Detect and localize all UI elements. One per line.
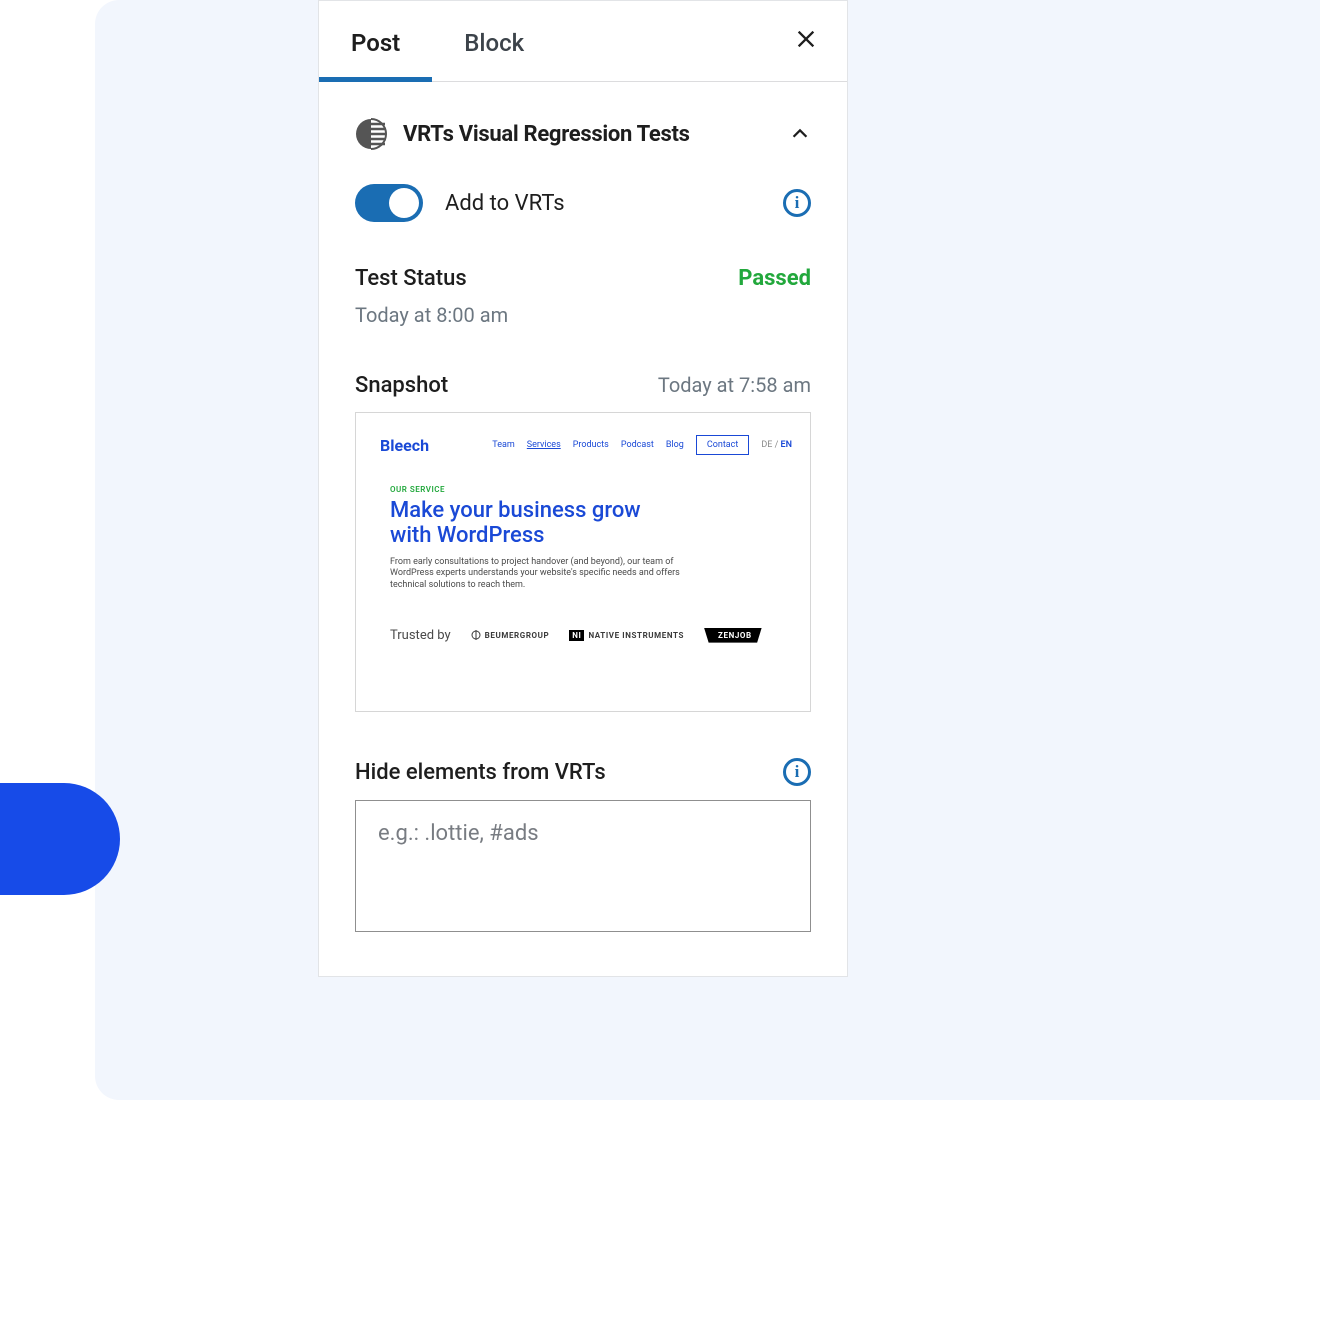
brand-zenjob: ZENJOB — [704, 628, 762, 643]
snap-header: Bleech Team Services Products Podcast Bl… — [356, 413, 810, 465]
snap-nav-contact: Contact — [696, 435, 749, 455]
trusted-label: Trusted by — [390, 628, 451, 643]
toggle-label: Add to VRTs — [445, 191, 565, 216]
snap-headline: Make your business grow with WordPress — [356, 494, 676, 549]
sidebar-tabs: Post Block — [319, 1, 847, 82]
snapshot-label: Snapshot — [355, 373, 448, 398]
info-icon[interactable]: i — [783, 758, 811, 786]
toggle-knob — [389, 188, 419, 218]
snap-trusted: Trusted by BEUMERGROUP NINATIVE INSTRUME… — [356, 592, 810, 643]
info-icon[interactable]: i — [783, 189, 811, 217]
snap-nav-podcast: Podcast — [621, 440, 654, 450]
brand-native: NINATIVE INSTRUMENTS — [569, 630, 684, 641]
snapshot-time: Today at 7:58 am — [658, 373, 811, 397]
snap-logo: Bleech — [380, 436, 429, 455]
snap-nav-services: Services — [527, 440, 561, 450]
panel-body: VRTs Visual Regression Tests Add to VRTs… — [319, 82, 847, 976]
status-row: Test Status Passed — [355, 250, 811, 291]
snapshot-preview[interactable]: Bleech Team Services Products Podcast Bl… — [355, 412, 811, 712]
close-button[interactable] — [765, 2, 847, 80]
hide-elements-row: Hide elements from VRTs i — [355, 712, 811, 786]
hide-label: Hide elements from VRTs — [355, 760, 606, 785]
add-to-vrts-toggle[interactable] — [355, 184, 423, 222]
snapshot-row: Snapshot Today at 7:58 am — [355, 327, 811, 398]
close-icon — [795, 28, 817, 50]
chevron-up-icon — [789, 123, 811, 145]
vrts-icon — [355, 118, 387, 150]
status-value: Passed — [738, 266, 811, 291]
brand-beumer: BEUMERGROUP — [471, 630, 550, 640]
hide-elements-input[interactable] — [355, 800, 811, 932]
snap-nav-blog: Blog — [666, 440, 684, 450]
status-time: Today at 8:00 am — [355, 291, 811, 327]
snap-nav-lang: DE / EN — [761, 440, 792, 450]
tab-block[interactable]: Block — [432, 1, 556, 81]
snap-nav-team: Team — [492, 440, 515, 450]
add-to-vrts-row: Add to VRTs i — [355, 178, 811, 250]
panel-header[interactable]: VRTs Visual Regression Tests — [355, 82, 811, 178]
inspector-sidebar: Post Block VRTs Visual Regression Tests — [318, 0, 848, 977]
status-label: Test Status — [355, 266, 467, 291]
snap-overline: OUR SERVICE — [356, 465, 810, 494]
tab-post[interactable]: Post — [319, 1, 432, 81]
snap-nav-products: Products — [573, 440, 609, 450]
panel-title: VRTs Visual Regression Tests — [403, 122, 690, 147]
snap-desc: From early consultations to project hand… — [356, 549, 686, 592]
decorative-circle — [0, 783, 120, 895]
snap-nav: Team Services Products Podcast Blog Cont… — [492, 435, 792, 455]
